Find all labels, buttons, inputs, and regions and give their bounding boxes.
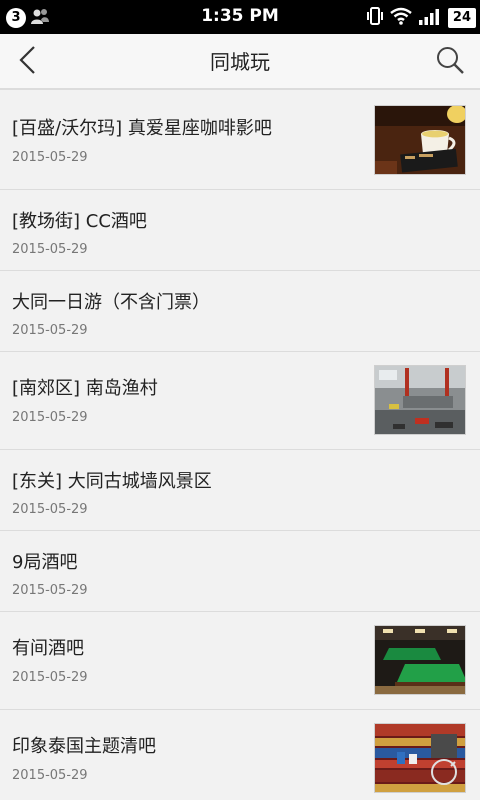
venue-list: [百盛/沃尔玛] 真爱星座咖啡影吧 2015-05-29 [教场街] CC酒吧 …	[0, 92, 480, 800]
list-item-date: 2015-05-29	[12, 768, 88, 783]
list-item-title: [教场街] CC酒吧	[12, 211, 147, 232]
list-item-title: 大同一日游（不含门票）	[12, 292, 210, 313]
list-item-title: 有间酒吧	[12, 638, 84, 659]
list-item-title: 印象泰国主题清吧	[12, 736, 156, 757]
list-item-date: 2015-05-29	[12, 502, 88, 517]
billiards-thumbnail	[374, 625, 466, 695]
signal-icon	[418, 7, 442, 29]
list-item[interactable]: [南郊区] 南岛渔村 2015-05-29	[0, 352, 480, 450]
thai-bar-thumbnail	[374, 723, 466, 793]
list-item[interactable]: [东关] 大同古城墙风景区 2015-05-29	[0, 450, 480, 531]
list-item-date: 2015-05-29	[12, 583, 88, 598]
search-icon	[435, 45, 465, 79]
list-item[interactable]: [教场街] CC酒吧 2015-05-29	[0, 190, 480, 271]
list-item[interactable]: 有间酒吧 2015-05-29	[0, 612, 480, 710]
list-item-date: 2015-05-29	[12, 242, 88, 257]
status-right: 24	[366, 6, 476, 30]
list-item-date: 2015-05-29	[12, 150, 88, 165]
list-item-date: 2015-05-29	[12, 670, 88, 685]
status-bar: 3 1:35 PM 24	[0, 0, 480, 34]
coffee-thumbnail	[374, 105, 466, 175]
page-title: 同城玩	[210, 50, 270, 74]
app-header: 同城玩	[0, 34, 480, 90]
battery-indicator: 24	[447, 8, 476, 28]
list-item-title: 9局酒吧	[12, 552, 78, 573]
list-item-title: [百盛/沃尔玛] 真爱星座咖啡影吧	[12, 118, 272, 139]
list-item[interactable]: 大同一日游（不含门票） 2015-05-29	[0, 271, 480, 352]
list-item[interactable]: [百盛/沃尔玛] 真爱星座咖啡影吧 2015-05-29	[0, 92, 480, 190]
list-item-date: 2015-05-29	[12, 323, 88, 338]
list-item-title: [南郊区] 南岛渔村	[12, 378, 158, 399]
wifi-icon	[390, 7, 412, 29]
list-item[interactable]: 印象泰国主题清吧 2015-05-29	[0, 710, 480, 800]
search-button[interactable]	[430, 42, 470, 82]
vibrate-icon	[366, 6, 384, 30]
list-item-title: [东关] 大同古城墙风景区	[12, 471, 212, 492]
go-kart-thumbnail	[374, 365, 466, 435]
list-item-date: 2015-05-29	[12, 410, 88, 425]
list-item[interactable]: 9局酒吧 2015-05-29	[0, 531, 480, 612]
